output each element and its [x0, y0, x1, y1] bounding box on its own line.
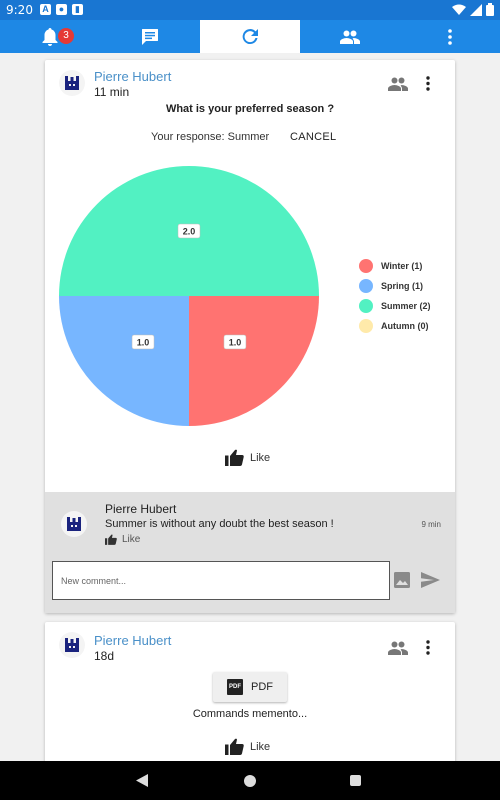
chart-legend: Winter (1) Spring (1) Summer (2) Autumn (0) [359, 256, 431, 336]
refresh-icon [242, 28, 258, 44]
cancel-response-button[interactable]: CANCEL [290, 131, 336, 143]
post-time: 18d [94, 649, 115, 663]
app-notification-icon: ● [56, 4, 67, 15]
sd-card-icon: ▮ [72, 4, 83, 15]
comment-author[interactable]: Pierre Hubert [105, 502, 176, 516]
recent-apps-icon[interactable] [350, 775, 361, 786]
legend-label: Winter (1) [381, 261, 423, 271]
tab-messages[interactable] [100, 20, 200, 53]
pie-value-label: 1.0 [131, 334, 155, 350]
send-icon[interactable] [421, 572, 440, 588]
new-comment-input[interactable] [52, 561, 390, 600]
wifi-icon [452, 4, 466, 15]
survey-pie-chart: 1.0 1.0 2.0 [59, 166, 319, 426]
avatar[interactable] [59, 632, 85, 658]
chat-icon [142, 28, 158, 45]
legend-item-summer: Summer (2) [359, 296, 431, 316]
post-card-survey: Pierre Hubert 11 min What is your prefer… [45, 60, 455, 613]
survey-question: What is your preferred season ? [165, 103, 335, 115]
svg-text:1.0: 1.0 [229, 337, 242, 347]
svg-text:1.0: 1.0 [137, 337, 150, 347]
bell-icon [42, 27, 58, 46]
status-notification-icons: A ● ▮ [40, 4, 83, 15]
app-tab-bar: 3 [0, 20, 500, 53]
legend-label: Spring (1) [381, 281, 423, 291]
thumb-up-icon [105, 534, 117, 545]
legend-swatch [359, 259, 373, 273]
pie-value-label: 1.0 [223, 334, 247, 350]
status-bar: 9:20 A ● ▮ [0, 0, 500, 20]
add-image-icon[interactable] [394, 572, 410, 588]
post-card-pdf: Pierre Hubert 18d PDF PDF Commands memen… [45, 622, 455, 772]
legend-item-spring: Spring (1) [359, 276, 431, 296]
svg-text:2.0: 2.0 [183, 227, 196, 237]
home-icon[interactable] [244, 775, 256, 787]
post-author[interactable]: Pierre Hubert [94, 633, 171, 648]
pie-slice-spring [59, 296, 189, 426]
pie-value-label: 2.0 [177, 223, 201, 239]
status-right-icons [452, 3, 494, 16]
comment-like-button[interactable]: Like [105, 534, 140, 545]
post-like-button[interactable]: Like [225, 449, 270, 466]
post-options-icon[interactable] [426, 76, 430, 91]
thumb-up-icon [225, 449, 244, 466]
group-icon [340, 30, 360, 44]
legend-swatch [359, 299, 373, 313]
comments-section: Pierre Hubert Summer is without any doub… [45, 492, 455, 613]
legend-item-winter: Winter (1) [359, 256, 431, 276]
file-name: Commands memento... [192, 708, 308, 720]
legend-swatch [359, 279, 373, 293]
pie-slice-winter [189, 296, 319, 426]
post-options-icon[interactable] [426, 640, 430, 655]
post-like-button[interactable]: Like [225, 738, 270, 755]
more-vert-icon [448, 28, 452, 45]
post-time: 11 min [94, 85, 130, 99]
pdf-button-label: PDF [251, 681, 273, 693]
visibility-group-icon[interactable] [388, 641, 408, 655]
status-time: 9:20 [6, 3, 33, 17]
avatar[interactable] [59, 70, 85, 96]
comment-time: 9 min [421, 520, 441, 529]
like-label: Like [250, 740, 271, 753]
tab-notifications[interactable]: 3 [0, 20, 100, 53]
comment-like-label: Like [122, 534, 141, 545]
tab-more[interactable] [400, 20, 500, 53]
app-notification-icon: A [40, 4, 51, 15]
back-icon[interactable] [136, 774, 148, 787]
tab-refresh[interactable] [200, 20, 300, 53]
legend-item-autumn: Autumn (0) [359, 316, 431, 336]
tab-groups[interactable] [300, 20, 400, 53]
legend-swatch [359, 319, 373, 333]
comment-text: Summer is without any doubt the best sea… [105, 518, 334, 530]
open-pdf-button[interactable]: PDF PDF [213, 672, 287, 702]
signal-icon [470, 3, 482, 16]
system-navigation-bar [0, 761, 500, 800]
notification-badge: 3 [58, 28, 74, 44]
survey-response: Your response: Summer [151, 131, 270, 143]
like-label: Like [250, 451, 271, 464]
pdf-icon: PDF [227, 679, 243, 695]
avatar[interactable] [61, 511, 87, 537]
legend-label: Summer (2) [381, 301, 431, 311]
visibility-group-icon[interactable] [388, 77, 408, 91]
battery-icon [486, 3, 494, 16]
thumb-up-icon [225, 738, 244, 755]
post-author[interactable]: Pierre Hubert [94, 69, 171, 84]
legend-label: Autumn (0) [381, 321, 429, 331]
